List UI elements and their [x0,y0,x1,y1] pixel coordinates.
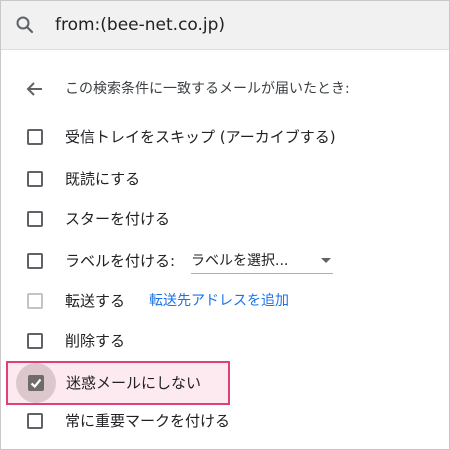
filter-header-text: この検索条件に一致するメールが届いたとき: [65,81,350,97]
option-never-spam[interactable]: 迷惑メールにしない [6,361,230,405]
always-important-checkbox[interactable] [27,413,43,429]
never-spam-label: 迷惑メールにしない [66,374,202,392]
option-skip-inbox[interactable]: 受信トレイをスキップ (アーカイブする) [1,117,449,157]
apply-label-label: ラベルを付ける: [65,252,176,270]
never-spam-checkbox[interactable] [28,375,44,391]
search-bar[interactable]: from:(bee-net.co.jp) [1,1,449,50]
dropdown-arrow-icon [321,258,331,263]
delete-label: 削除する [65,332,126,350]
mark-read-checkbox[interactable] [27,171,43,187]
star-label: スターを付ける [65,210,171,228]
search-query[interactable]: from:(bee-net.co.jp) [55,1,225,49]
option-mark-read[interactable]: 既読にする [1,159,449,199]
label-select-dropdown[interactable]: ラベルを選択... [191,249,333,274]
option-star[interactable]: スターを付ける [1,199,449,239]
search-icon[interactable] [15,15,35,35]
skip-inbox-label: 受信トレイをスキップ (アーカイブする) [65,128,336,146]
forward-checkbox[interactable] [27,293,43,309]
filter-dialog: from:(bee-net.co.jp) この検索条件に一致するメールが届いたと… [0,0,450,450]
always-important-label: 常に重要マークを付ける [65,412,231,430]
label-select-value: ラベルを選択... [191,253,289,269]
filter-header: この検索条件に一致するメールが届いたとき: [1,69,449,109]
option-delete[interactable]: 削除する [1,321,449,361]
add-forward-address-link[interactable]: 転送先アドレスを追加 [149,281,289,321]
mark-read-label: 既読にする [65,170,141,188]
delete-checkbox[interactable] [27,333,43,349]
option-forward[interactable]: 転送する 転送先アドレスを追加 [1,281,449,321]
option-always-important[interactable]: 常に重要マークを付ける [1,401,449,441]
option-apply-label[interactable]: ラベルを付ける: ラベルを選択... [1,241,449,281]
forward-label: 転送する [65,292,126,310]
skip-inbox-checkbox[interactable] [27,129,43,145]
apply-label-checkbox[interactable] [27,253,43,269]
arrow-back-icon[interactable] [25,79,45,99]
star-checkbox[interactable] [27,211,43,227]
